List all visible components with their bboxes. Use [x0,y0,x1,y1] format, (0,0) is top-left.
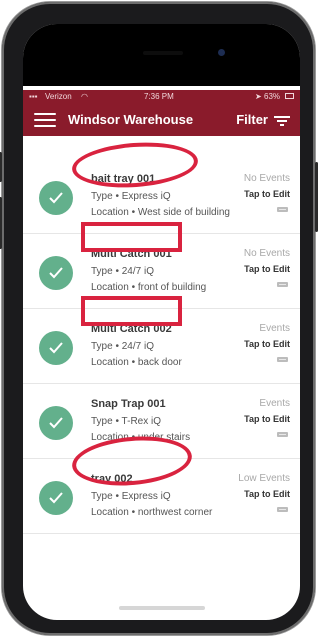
check-icon [39,481,73,515]
device-type: Type • 24/7 iQ [91,266,154,277]
device-type: Type • Express iQ [91,491,171,502]
event-status: Events [259,398,290,409]
device-type: Type • 24/7 iQ [91,341,154,352]
check-icon [39,181,73,215]
event-status: Low Events [238,473,290,484]
status-time: 7:36 PM [144,92,174,101]
device-type: Type • Express iQ [91,191,171,202]
phone-button [315,162,318,232]
check-icon [39,406,73,440]
front-camera [218,49,225,56]
filter-icon [274,114,290,126]
device-indicator-icon [277,432,288,437]
event-status: Events [259,323,290,334]
tap-to-edit-link[interactable]: Tap to Edit [244,189,290,199]
speaker-grille [143,51,183,55]
event-status: No Events [243,248,290,259]
battery-percent: 63% [264,92,281,101]
phone-button [0,197,2,249]
device-indicator-icon [277,282,288,287]
status-bar: ▪▪▪ Verizon ◠ 7:36 PM ➤ 63% [23,90,300,104]
check-icon [39,256,73,290]
device-type: Type • T-Rex iQ [91,416,162,427]
event-status: No Events [243,173,290,184]
device-location: Location • front of building [91,282,207,293]
page-title: Windsor Warehouse [68,112,194,127]
app-header: Windsor Warehouse Filter [23,104,300,136]
device-indicator-icon [277,357,288,362]
device-name: Snap Trap 001 [91,398,166,410]
tap-to-edit-link[interactable]: Tap to Edit [244,339,290,349]
device-indicator-icon [277,207,288,212]
signal-icon: ▪▪▪ [29,92,38,101]
device-location: Location • back door [91,357,182,368]
home-indicator [119,606,205,610]
wifi-icon: ◠ [81,92,88,101]
location-arrow-icon: ➤ [255,92,262,101]
menu-icon[interactable] [34,113,56,127]
annotation-rectangle [81,296,182,326]
device-location: Location • northwest corner [91,507,213,518]
tap-to-edit-link[interactable]: Tap to Edit [244,489,290,499]
device-indicator-icon [277,507,288,512]
device-location: Location • West side of building [91,207,230,218]
phone-button [0,152,2,182]
tap-to-edit-link[interactable]: Tap to Edit [244,264,290,274]
battery-icon [285,93,294,99]
carrier-label: Verizon [45,92,72,101]
notch-area [23,24,300,86]
filter-label: Filter [236,112,268,127]
check-icon [39,331,73,365]
tap-to-edit-link[interactable]: Tap to Edit [244,414,290,424]
annotation-rectangle [81,222,182,252]
